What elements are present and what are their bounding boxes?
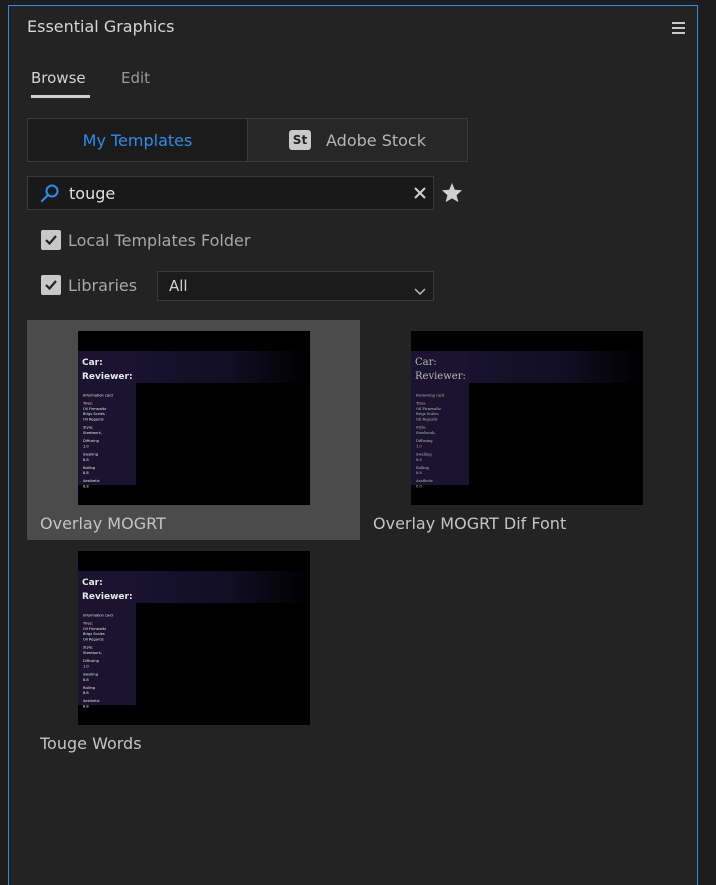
thumbnail-text: Information card: [83, 393, 113, 397]
checkmark-icon: [45, 280, 57, 291]
thumbnail-text: 8.8: [83, 678, 89, 682]
thumbnail-text: Steelwork,: [83, 431, 102, 435]
libraries-label: Libraries: [68, 275, 138, 295]
thumbnail-text: Tires:: [82, 621, 93, 625]
essential-graphics-panel: Essential Graphics Browse Edit My Templa…: [8, 5, 698, 885]
tab-edit[interactable]: Edit: [121, 69, 150, 87]
thumbnail-text: 1.0: [416, 444, 422, 448]
thumbnail-text: Car:: [415, 357, 437, 368]
thumbnail-text: Swelling: [83, 672, 98, 676]
template-card[interactable]: Car: Reviewer: Information card Tires: Oil F…: [27, 320, 360, 540]
checkmark-icon: [45, 235, 57, 246]
thumbnail-text: 8.8: [416, 458, 422, 462]
thumbnail-text: Oil Regards: [416, 418, 438, 422]
panel-title: Essential Graphics: [27, 17, 175, 36]
thumbnail-text: 8.8: [83, 691, 89, 695]
template-card-label: Overlay MOGRT: [40, 514, 166, 533]
thumbnail-text: 8.8: [416, 471, 422, 475]
template-thumbnail: Car: Reviewer: Information card Tires: Oil F…: [78, 551, 310, 725]
thumbnail-text: Reviewer:: [82, 592, 133, 602]
template-thumbnail: Car: Reviewer: Reviewing card Tires: Oil Fir…: [411, 331, 643, 505]
libraries-filter: Libraries: [41, 275, 137, 295]
thumbnail-text: Style:: [416, 426, 426, 430]
thumbnail-text: Style:: [83, 426, 93, 430]
thumbnail-text: 1.0: [83, 664, 89, 668]
template-card[interactable]: Car: Reviewer: Reviewing card Tires: Oil Fir…: [360, 320, 693, 540]
thumbnail-text: Oil Firmwaltz: [83, 407, 106, 411]
template-source-toggle: My Templates St Adobe Stock: [27, 118, 468, 162]
local-templates-label: Local Templates Folder: [68, 230, 251, 250]
thumbnail-text: Aesthetic: [83, 699, 100, 703]
thumbnail-text: Reviewer:: [82, 372, 133, 382]
hamburger-menu-icon[interactable]: [672, 22, 685, 34]
adobe-stock-icon: St: [289, 130, 311, 150]
thumbnail-text: Oil Regards: [83, 418, 104, 422]
adobe-stock-label: Adobe Stock: [326, 130, 426, 150]
thumbnail-text: Reviewing card: [416, 393, 445, 397]
local-templates-checkbox[interactable]: [41, 230, 61, 250]
thumbnail-text: Oil Firmwaltz: [416, 407, 441, 411]
thumbnail-text: Aesthetic: [415, 479, 433, 483]
thumbnail-text: Steelwork,: [416, 431, 436, 435]
my-templates-button[interactable]: My Templates: [28, 119, 248, 161]
thumbnail-text: 8.8: [83, 458, 89, 462]
thumbnail-text: Diffusing: [416, 439, 433, 443]
thumbnail-text: 8.8: [83, 705, 89, 709]
thumbnail-text: Diffusing: [83, 439, 99, 443]
tab-browse[interactable]: Browse: [31, 69, 86, 87]
adobe-stock-button[interactable]: St Adobe Stock: [248, 119, 467, 161]
thumbnail-text: Brigs Scales: [83, 632, 105, 636]
thumbnail-text: Brigs Scales: [416, 412, 439, 416]
thumbnail-text: Brigs Scales: [83, 412, 105, 416]
library-select[interactable]: All: [157, 271, 434, 301]
star-icon[interactable]: [441, 182, 463, 207]
thumbnail-text: Car:: [82, 578, 103, 588]
template-card-label: Overlay MOGRT Dif Font: [373, 514, 567, 533]
template-card[interactable]: Car: Reviewer: Information card Tires: Oil F…: [27, 540, 360, 760]
thumbnail-text: Rolling: [83, 686, 95, 690]
thumbnail-text: Diffusing: [83, 659, 99, 663]
thumbnail-text: Rolling: [83, 466, 95, 470]
active-tab-indicator: [31, 95, 90, 98]
thumbnail-text: Aesthetic: [83, 479, 100, 483]
thumbnail-text: Swelling: [83, 452, 98, 456]
template-thumbnail: Car: Reviewer: Information card Tires: Oil F…: [78, 331, 310, 505]
thumbnail-text: 8.8: [416, 485, 422, 489]
thumbnail-text: 1.0: [83, 444, 89, 448]
thumbnail-text: 8.8: [83, 471, 89, 475]
search-input[interactable]: [69, 182, 399, 204]
thumbnail-text: Reviewer:: [415, 371, 466, 382]
thumbnail-text: Car:: [82, 358, 103, 368]
library-select-value: All: [169, 277, 188, 295]
thumbnail-text: Tires:: [82, 401, 93, 405]
local-templates-filter: Local Templates Folder: [41, 230, 250, 250]
thumbnail-text: Swelling: [416, 452, 432, 456]
chevron-down-icon: [414, 281, 426, 300]
thumbnail-text: Oil Regards: [83, 638, 104, 642]
thumbnail-text: Style:: [83, 646, 93, 650]
thumbnail-text: Rolling: [416, 466, 430, 470]
search-icon: [40, 183, 60, 207]
thumbnail-text: 8.8: [83, 485, 89, 489]
search-field: [27, 176, 434, 210]
close-icon[interactable]: [412, 185, 428, 205]
thumbnail-text: Oil Firmwaltz: [83, 627, 106, 631]
libraries-checkbox[interactable]: [41, 275, 61, 295]
thumbnail-text: Tires:: [416, 401, 426, 405]
template-card-label: Touge Words: [40, 734, 142, 753]
thumbnail-text: Steelwork,: [83, 651, 102, 655]
thumbnail-text: Information card: [83, 613, 113, 617]
